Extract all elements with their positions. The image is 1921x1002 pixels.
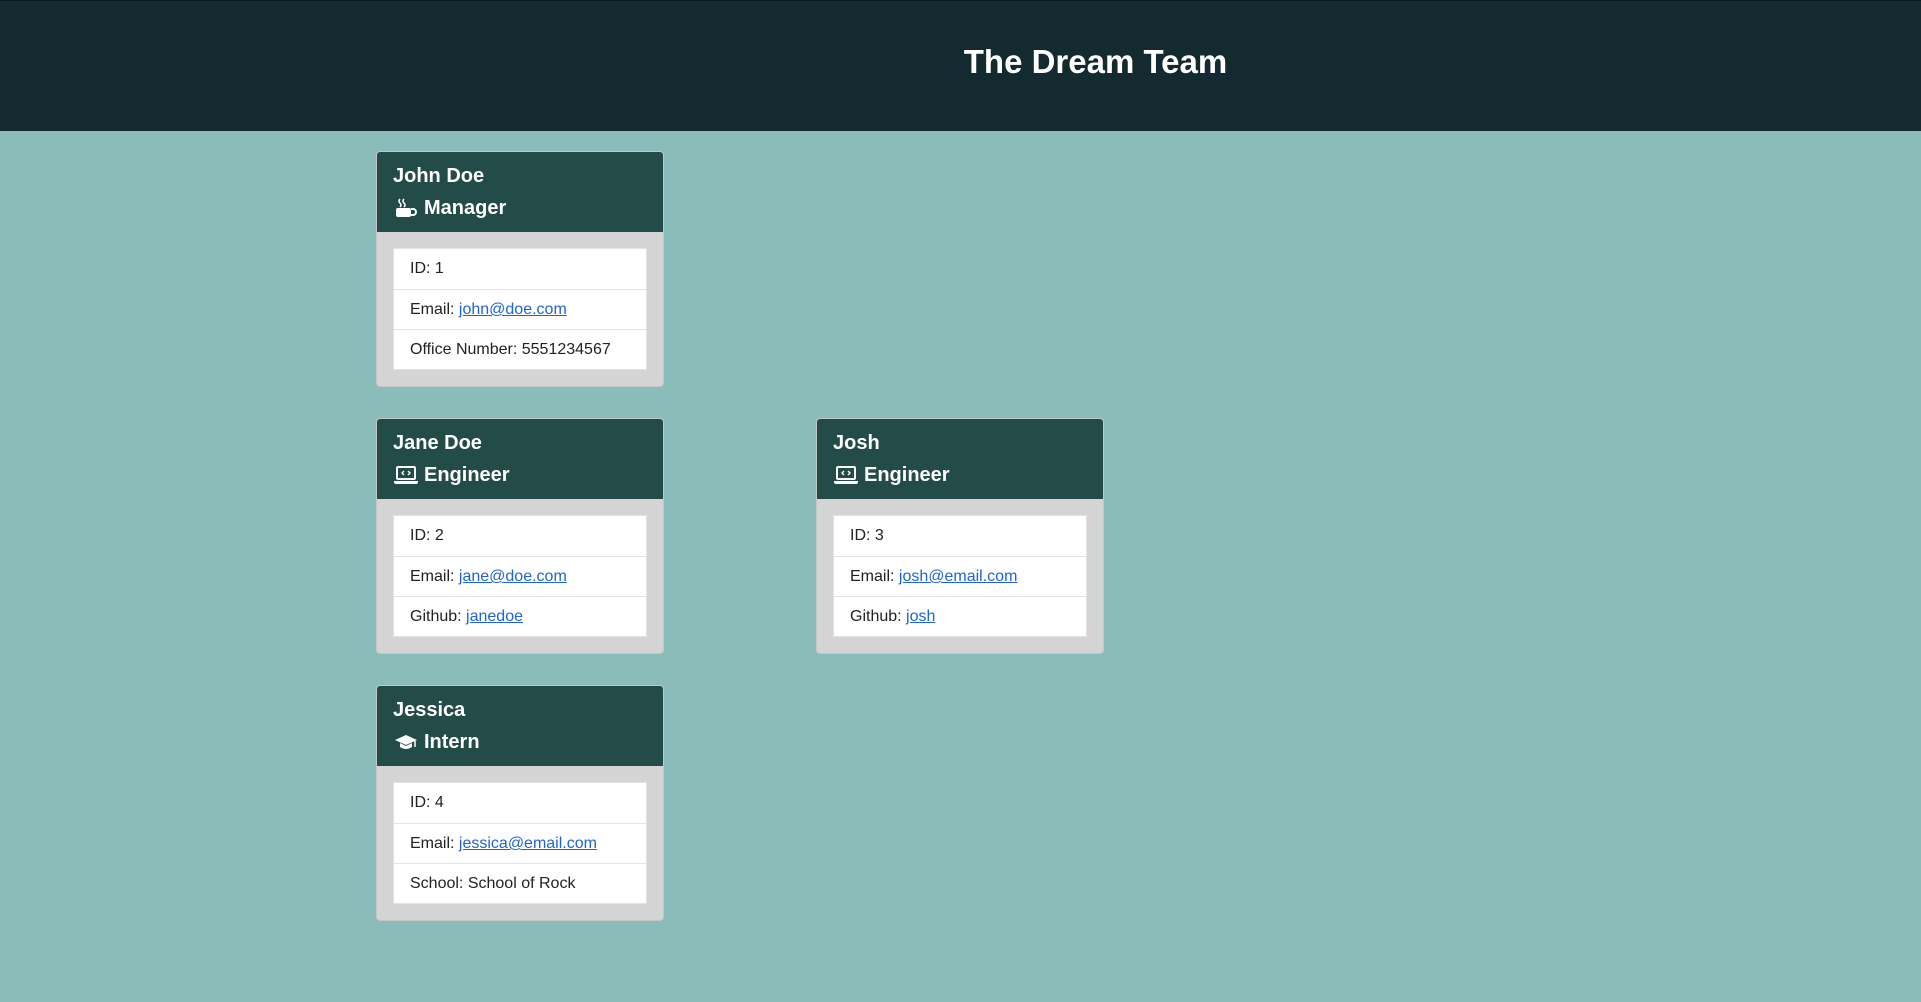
github-item: Github: janedoe [394,596,646,636]
laptop-code-icon [393,464,419,486]
id-item: ID: 2 [394,516,646,556]
mug-hot-icon [393,197,419,219]
email-label: Email: [850,568,895,585]
email-item: Email: jessica@email.com [394,823,646,863]
email-item: Email: jane@doe.com [394,556,646,596]
employee-name: Jane Doe [393,432,482,454]
role-label: Manager [424,197,507,219]
card-body: ID: 3 Email: josh@email.com Github: josh [817,499,1103,653]
school-label: School: [410,875,464,892]
email-link[interactable]: john@doe.com [459,301,567,318]
employee-card-engineer: Jane Doe Engineer ID: 2 Email: jane@doe.… [376,418,664,654]
card-header: Josh Engineer [817,419,1103,499]
employee-details-list: ID: 3 Email: josh@email.com Github: josh [833,515,1087,637]
id-item: ID: 3 [834,516,1086,556]
id-item: ID: 1 [394,249,646,289]
page-title: The Dream Team [963,43,1228,80]
role-label: Engineer [424,464,510,486]
github-link[interactable]: janedoe [466,608,523,625]
email-label: Email: [410,835,455,852]
card-header: John Doe Manager [377,152,663,232]
card-body: ID: 1 Email: john@doe.com Office Number:… [377,232,663,386]
employee-details-list: ID: 1 Email: john@doe.com Office Number:… [393,248,647,370]
id-value: 1 [434,260,444,277]
id-label: ID: [850,527,871,544]
employee-role: Engineer [833,459,1087,491]
employee-name: Jessica [393,699,466,721]
laptop-code-icon [833,464,859,486]
card-header: Jane Doe Engineer [377,419,663,499]
office-number-item: Office Number: 5551234567 [394,329,646,369]
card-body: ID: 4 Email: jessica@email.com School: S… [377,766,663,920]
employee-card-manager: John Doe Manager ID: 1 Email: john@doe.c… [376,151,664,387]
role-label: Intern [424,731,480,753]
employee-card-intern: Jessica Intern ID: 4 Email: jessica@emai… [376,685,664,921]
employee-card-engineer: Josh Engineer ID: 3 Email: josh@email.co… [816,418,1104,654]
school-value: School of Rock [467,875,576,892]
email-link[interactable]: josh@email.com [899,568,1018,585]
email-item: Email: josh@email.com [834,556,1086,596]
id-value: 4 [434,794,444,811]
employee-details-list: ID: 4 Email: jessica@email.com School: S… [393,782,647,904]
page-header: The Dream Team [0,0,1921,131]
email-label: Email: [410,568,455,585]
github-link[interactable]: josh [906,608,935,625]
email-item: Email: john@doe.com [394,289,646,329]
email-link[interactable]: jessica@email.com [459,835,597,852]
employee-details-list: ID: 2 Email: jane@doe.com Github: janedo… [393,515,647,637]
employee-name: Josh [833,432,880,454]
id-label: ID: [410,527,431,544]
card-header: Jessica Intern [377,686,663,766]
employee-name: John Doe [393,165,485,187]
github-label: Github: [410,608,462,625]
id-label: ID: [410,794,431,811]
id-value: 3 [874,527,884,544]
role-label: Engineer [864,464,950,486]
github-item: Github: josh [834,596,1086,636]
card-body: ID: 2 Email: jane@doe.com Github: janedo… [377,499,663,653]
employee-role: Engineer [393,459,647,491]
graduation-cap-icon [393,731,419,753]
id-value: 2 [434,527,444,544]
office-number-label: Office Number: [410,341,518,358]
school-item: School: School of Rock [394,863,646,903]
id-label: ID: [410,260,431,277]
id-item: ID: 4 [394,783,646,823]
email-link[interactable]: jane@doe.com [459,568,567,585]
github-label: Github: [850,608,902,625]
email-label: Email: [410,301,455,318]
employee-role: Intern [393,726,647,758]
employee-role: Manager [393,192,647,224]
office-number-value: 5551234567 [521,341,611,358]
